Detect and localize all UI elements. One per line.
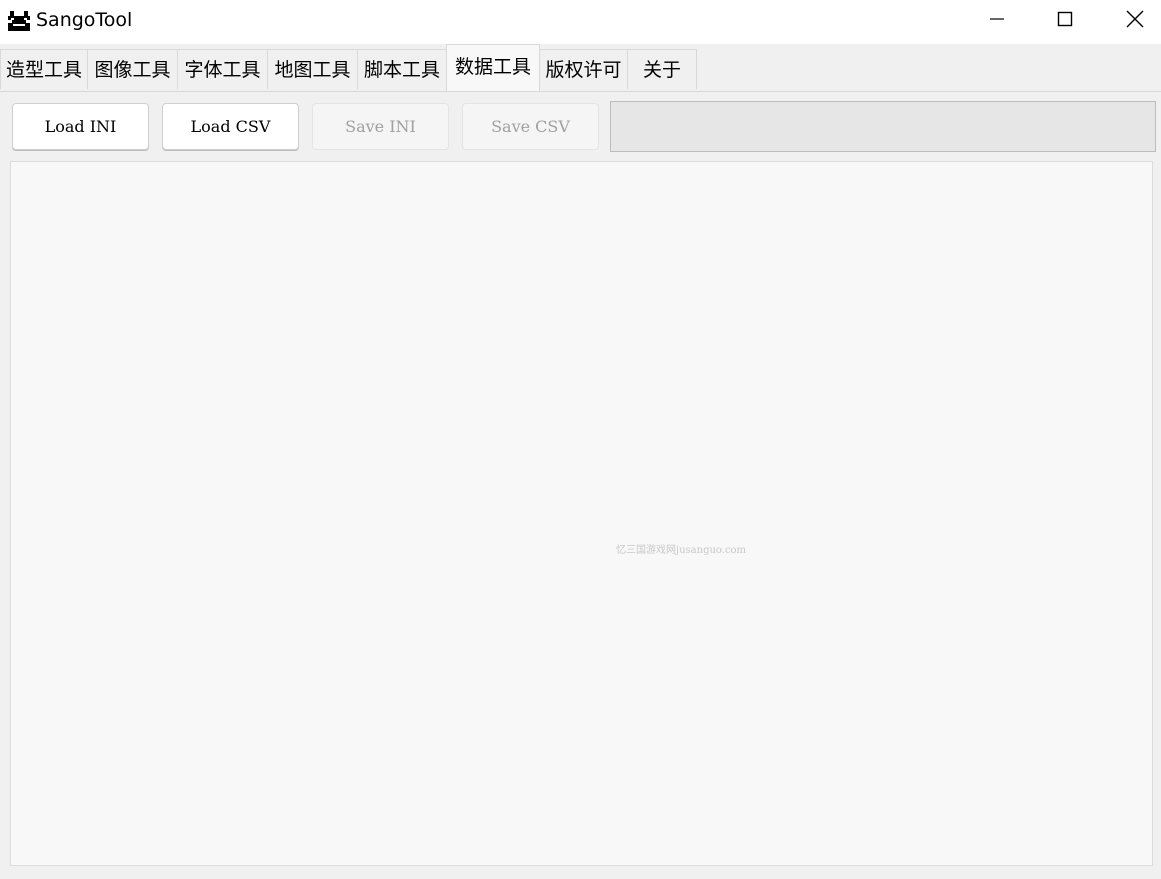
- close-icon: [1126, 10, 1144, 32]
- maximize-icon: [1057, 11, 1073, 31]
- tab-strip: 造型工具 图像工具 字体工具 地图工具 脚本工具 数据工具 版权许可 关于: [0, 44, 1161, 92]
- app-icon: [7, 10, 31, 32]
- data-table-area[interactable]: 忆三国游戏网jusanguo.com: [10, 161, 1153, 866]
- tab-data-tool[interactable]: 数据工具: [446, 44, 540, 91]
- load-csv-button[interactable]: Load CSV: [162, 103, 299, 150]
- title-bar[interactable]: SangoTool: [0, 0, 1161, 44]
- tab-modeling-tool[interactable]: 造型工具: [0, 49, 88, 89]
- save-csv-button[interactable]: Save CSV: [462, 103, 599, 150]
- tab-image-tool[interactable]: 图像工具: [87, 49, 178, 89]
- load-ini-button[interactable]: Load INI: [12, 103, 149, 150]
- tab-about[interactable]: 关于: [627, 49, 697, 89]
- tab-script-tool[interactable]: 脚本工具: [357, 49, 447, 89]
- minimize-button[interactable]: [962, 0, 1032, 42]
- progress-bar: [610, 101, 1156, 152]
- app-window: SangoTool 造型工具 图像工具 字体工具 地图工具 脚本工具 数据工具 …: [0, 0, 1161, 879]
- save-ini-button[interactable]: Save INI: [312, 103, 449, 150]
- watermark-text: 忆三国游戏网jusanguo.com: [616, 545, 747, 556]
- tab-map-tool[interactable]: 地图工具: [267, 49, 358, 89]
- maximize-button[interactable]: [1030, 0, 1100, 42]
- tab-license[interactable]: 版权许可: [539, 49, 628, 89]
- minimize-icon: [989, 11, 1005, 31]
- tab-font-tool[interactable]: 字体工具: [177, 49, 268, 89]
- window-title: SangoTool: [36, 9, 133, 31]
- close-button[interactable]: [1100, 0, 1161, 42]
